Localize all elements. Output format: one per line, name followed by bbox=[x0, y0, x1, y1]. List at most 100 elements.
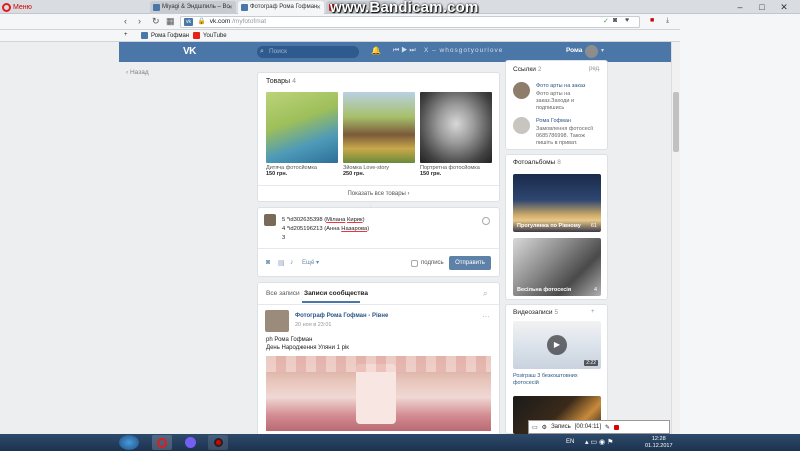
edit-links-link[interactable]: ред. bbox=[589, 66, 601, 72]
back-arrow-icon[interactable]: ‹ bbox=[124, 16, 127, 26]
vpn-icon[interactable]: ✓ bbox=[603, 17, 609, 25]
back-link[interactable]: ‹ Назад bbox=[126, 69, 149, 76]
play-icon[interactable]: ▶ bbox=[547, 335, 567, 355]
record-icon[interactable] bbox=[614, 424, 620, 430]
bandicam-taskbar-icon[interactable] bbox=[208, 435, 228, 450]
link-thumbnail[interactable] bbox=[513, 82, 530, 99]
add-video-icon[interactable]: + bbox=[591, 309, 595, 315]
tab-all-posts[interactable]: Все записи bbox=[266, 290, 300, 297]
youtube-favicon-icon bbox=[193, 32, 200, 39]
tab-photographer[interactable]: Фотограф Рома Гофман ✕ bbox=[238, 1, 324, 14]
language-indicator[interactable]: EN bbox=[566, 439, 574, 445]
product-item[interactable]: Дитяча фотосйомка 150 грн. bbox=[266, 92, 338, 177]
heart-icon[interactable]: ♥ bbox=[625, 17, 629, 24]
browser-tab-bar: Меню Miyagi & Эндшпиль – Во ✕ Фотограф Р… bbox=[0, 0, 800, 16]
page-left-margin bbox=[0, 42, 119, 434]
tray-icons[interactable]: ▴ ▭ ◉ ⚑ bbox=[585, 438, 613, 446]
extension-icon[interactable]: ■ bbox=[650, 17, 654, 24]
search-icon[interactable]: ⌕ bbox=[483, 289, 487, 299]
opera-menu-button[interactable]: Меню bbox=[2, 1, 32, 13]
composer-text-line[interactable]: 4 *id205196213 (Анна Назарова) bbox=[282, 226, 369, 232]
opera-taskbar-icon[interactable] bbox=[152, 435, 172, 450]
chevron-down-icon[interactable]: ▾ bbox=[601, 47, 604, 54]
close-icon[interactable]: ✕ bbox=[316, 4, 321, 11]
product-image[interactable] bbox=[420, 92, 492, 163]
products-title[interactable]: Товары 4 bbox=[266, 78, 296, 85]
links-count: 2 bbox=[537, 66, 542, 73]
divider bbox=[258, 248, 499, 249]
text-span: 4 *id205196213 (Анна bbox=[282, 226, 342, 232]
url-input[interactable]: vk 🔒 vk.com /myfotofmat bbox=[180, 16, 640, 28]
album-tile[interactable]: Прогулянка по Рівному 61 bbox=[513, 174, 601, 232]
taskbar-clock[interactable]: 12:28 01.12.2017 bbox=[645, 436, 673, 450]
video-title[interactable]: фотосесій bbox=[513, 380, 539, 386]
pencil-icon[interactable]: ✎ bbox=[605, 424, 610, 431]
product-image[interactable] bbox=[266, 92, 338, 163]
windows-start-icon[interactable] bbox=[119, 435, 139, 450]
forward-arrow-icon[interactable]: › bbox=[138, 16, 141, 26]
recorder-status[interactable]: ▭ ⚙ Запись [00:04:11] ✎ bbox=[528, 420, 670, 434]
more-options-icon[interactable]: ··· bbox=[482, 312, 490, 321]
more-attachments-button[interactable]: Ещё ▾ bbox=[302, 259, 319, 266]
camera-icon[interactable]: ◙ bbox=[613, 17, 617, 24]
post-date[interactable]: 20 ноя в 23:01 bbox=[295, 322, 331, 328]
add-bookmark-icon[interactable]: + bbox=[124, 32, 128, 38]
composer-text-line[interactable]: 3 bbox=[282, 235, 285, 241]
video-tile[interactable]: ▶ 2:22 bbox=[513, 321, 601, 369]
album-count: 61 bbox=[590, 223, 597, 229]
vk-logo[interactable]: VK bbox=[183, 46, 196, 57]
tab-label: Miyagi & Эндшпиль – Во bbox=[162, 4, 230, 10]
signature-checkbox[interactable] bbox=[411, 260, 418, 267]
post-author-name[interactable]: Фотограф Рома Гофман - Рівне bbox=[295, 313, 388, 319]
user-name[interactable]: Рома bbox=[566, 47, 582, 54]
minimize-icon[interactable]: – bbox=[730, 0, 750, 14]
reload-icon[interactable]: ↻ bbox=[152, 16, 160, 27]
scrollbar-thumb[interactable] bbox=[673, 92, 679, 152]
user-avatar[interactable] bbox=[585, 45, 598, 58]
send-button[interactable]: Отправить bbox=[449, 256, 491, 270]
video-title[interactable]: Розіграш 3 безкоштовних bbox=[513, 373, 578, 379]
gear-icon[interactable]: ⚙ bbox=[542, 424, 547, 431]
maximize-icon[interactable]: □ bbox=[752, 0, 772, 14]
bookmark-roma[interactable]: Рома Гофман bbox=[141, 32, 189, 39]
bookmark-label: YouTube bbox=[203, 32, 227, 39]
close-icon[interactable]: ✕ bbox=[228, 4, 233, 11]
link-name[interactable]: Рома Гофман bbox=[536, 118, 571, 124]
camera-icon[interactable]: ◙ bbox=[266, 259, 270, 266]
vk-favicon-icon bbox=[241, 4, 248, 11]
text-span: ) bbox=[362, 217, 365, 223]
albums-title[interactable]: Фотоальбомы 8 bbox=[513, 159, 561, 166]
viber-taskbar-icon[interactable] bbox=[180, 435, 200, 450]
speed-dial-icon[interactable]: ▦ bbox=[166, 16, 175, 27]
bookmark-youtube[interactable]: YouTube bbox=[193, 32, 227, 39]
links-title-text: Ссылки bbox=[513, 66, 536, 73]
music-icon[interactable]: ♪ bbox=[290, 259, 294, 266]
download-icon[interactable]: ⤓ bbox=[666, 17, 669, 25]
product-item[interactable]: Портретна фотосйомка 150 грн. bbox=[420, 92, 492, 177]
post-photo[interactable] bbox=[266, 356, 491, 431]
product-image[interactable] bbox=[343, 92, 415, 163]
player-controls-icon[interactable]: ⏮ ▶ ⏭ bbox=[393, 47, 416, 55]
album-tile[interactable]: Весільна фотосесія 4 bbox=[513, 238, 601, 296]
page-scrollbar[interactable] bbox=[671, 42, 680, 434]
composer-text-line[interactable]: 5 *id302635398 (Мілана Кирик) bbox=[282, 217, 365, 223]
video-icon[interactable]: ▤ bbox=[278, 259, 285, 267]
emoji-icon[interactable] bbox=[482, 217, 490, 225]
bunting-shape bbox=[266, 356, 491, 372]
post-author-avatar[interactable] bbox=[265, 310, 289, 332]
link-thumbnail[interactable] bbox=[513, 117, 530, 134]
links-title[interactable]: Ссылки 2 bbox=[513, 66, 542, 73]
now-playing-track[interactable]: X – whosgotyourlove bbox=[424, 47, 503, 54]
signature-label[interactable]: подпись bbox=[421, 260, 444, 266]
link-name[interactable]: Фото арты на заказ bbox=[536, 83, 585, 89]
bell-icon[interactable]: 🔔 bbox=[371, 46, 381, 55]
vk-search-input[interactable]: ⌕ Поиск bbox=[257, 46, 359, 58]
videos-title[interactable]: Видеозаписи 5 bbox=[513, 309, 558, 316]
tab-miyagi[interactable]: Miyagi & Эндшпиль – Во ✕ bbox=[150, 1, 236, 14]
album-caption: Прогулянка по Рівному bbox=[517, 223, 581, 229]
show-all-products-link[interactable]: Показать все товары › bbox=[258, 191, 499, 197]
product-item[interactable]: Зйомка Love-story 250 грн. bbox=[343, 92, 415, 177]
link-desc: заказ.Заходи и bbox=[536, 98, 575, 104]
close-window-icon[interactable]: ✕ bbox=[774, 0, 794, 14]
tab-community-posts[interactable]: Записи сообщества bbox=[304, 290, 368, 297]
